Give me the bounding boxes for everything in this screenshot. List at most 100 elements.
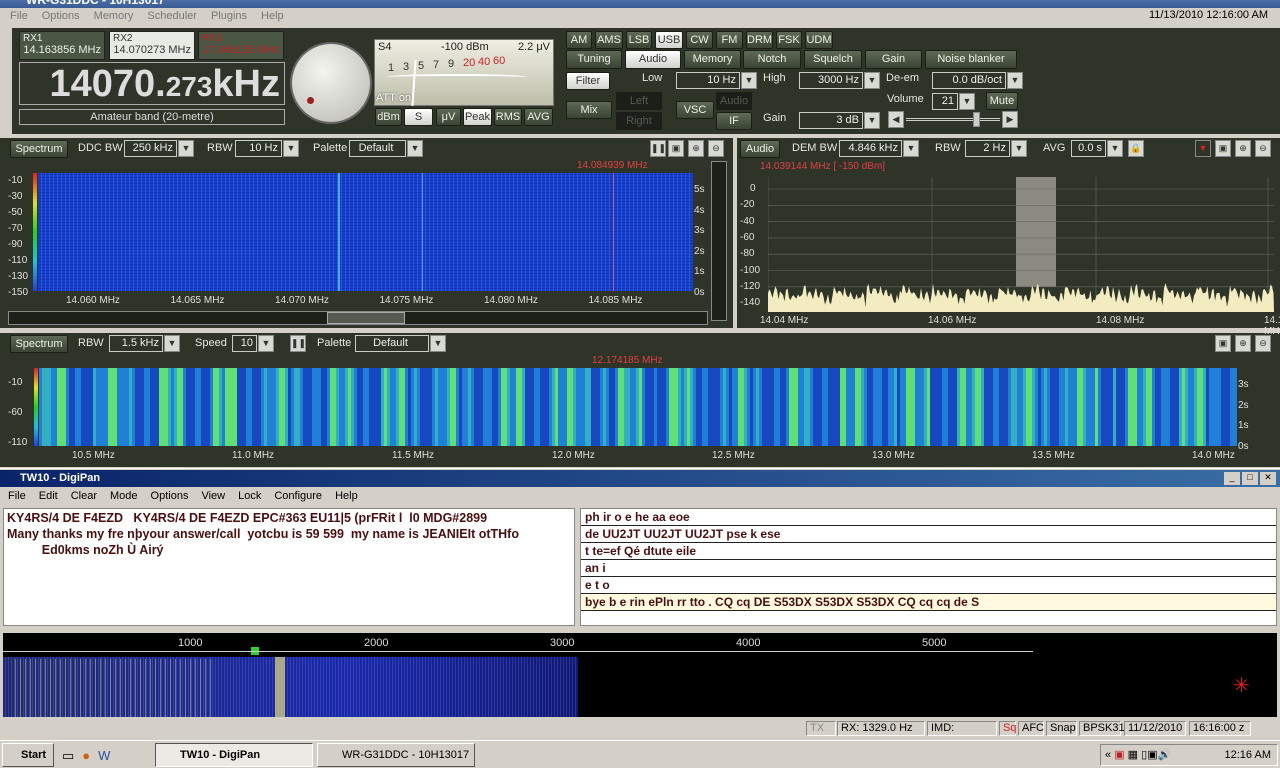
tab-squelch[interactable]: Squelch: [804, 50, 862, 69]
low-field[interactable]: 10 Hz: [676, 72, 740, 89]
sp1-ddc-dropdown-icon[interactable]: ▼: [178, 140, 194, 157]
high-dropdown-icon[interactable]: ▼: [864, 72, 880, 89]
gain-field[interactable]: 3 dB: [799, 112, 863, 129]
aud-save-icon[interactable]: ▣: [1215, 140, 1231, 157]
dp-menu-file[interactable]: File: [8, 490, 26, 502]
word-icon[interactable]: W: [98, 748, 118, 763]
volume-dropdown-icon[interactable]: ▼: [959, 93, 975, 110]
menu-options[interactable]: Options: [42, 8, 80, 25]
task-digipan[interactable]: TW10 - DigiPan: [155, 743, 313, 767]
spectrum-vscroll[interactable]: [711, 161, 727, 321]
firefox-icon[interactable]: ●: [82, 748, 98, 763]
aud-zoom-in-icon[interactable]: ⊕: [1235, 140, 1251, 157]
aud-rbw-dropdown-icon[interactable]: ▼: [1011, 140, 1027, 157]
dp-menu-configure[interactable]: Configure: [274, 490, 322, 502]
aud-zoom-out-icon[interactable]: ⊖: [1255, 140, 1271, 157]
tab-tuning[interactable]: Tuning: [566, 50, 622, 69]
sp1-pause-icon[interactable]: ❚❚: [650, 140, 666, 157]
aud-lock-icon[interactable]: 🔒: [1128, 140, 1144, 157]
mode-fsk[interactable]: FSK: [776, 31, 802, 49]
menu-file[interactable]: File: [10, 8, 28, 25]
audio-vsc-button[interactable]: VSC: [676, 101, 714, 119]
menu-help[interactable]: Help: [261, 8, 284, 25]
mode-cw[interactable]: CW: [686, 31, 713, 49]
maximize-icon[interactable]: □: [1242, 472, 1258, 485]
sp1-rbw-dropdown-icon[interactable]: ▼: [283, 140, 299, 157]
audio-right-button[interactable]: Right: [616, 112, 662, 130]
tab-noise-blanker[interactable]: Noise blanker: [925, 50, 1017, 69]
channel-row[interactable]: an i: [581, 560, 1276, 577]
sp2-speed-field[interactable]: 10: [232, 335, 257, 352]
slider-thumb[interactable]: [973, 112, 980, 127]
slider-right-icon[interactable]: ▶: [1002, 111, 1018, 128]
channel-row[interactable]: e t o: [581, 577, 1276, 594]
audio-audio-button[interactable]: Audio: [716, 92, 752, 110]
high-field[interactable]: 3000 Hz: [799, 72, 863, 89]
low-dropdown-icon[interactable]: ▼: [741, 72, 757, 89]
minimize-icon[interactable]: _: [1224, 472, 1240, 485]
mode-usb[interactable]: USB: [655, 31, 683, 49]
volume-field[interactable]: 21: [932, 93, 958, 110]
aud-marker-icon[interactable]: ▼: [1195, 140, 1211, 157]
status-tx[interactable]: TX: [806, 721, 836, 736]
aud-audio-button[interactable]: Audio: [740, 140, 780, 158]
sp2-palette-dropdown-icon[interactable]: ▼: [430, 335, 446, 352]
start-button[interactable]: Start: [2, 743, 54, 767]
audio-if-button[interactable]: IF: [716, 112, 752, 130]
task-g31ddc[interactable]: WR-G31DDC - 10H13017: [317, 743, 475, 767]
audio-filter-button[interactable]: Filter: [566, 72, 610, 90]
mode-lsb[interactable]: LSB: [626, 31, 652, 49]
mode-ams[interactable]: AMS: [595, 31, 623, 49]
sp1-save-icon[interactable]: ▣: [668, 140, 684, 157]
channel-row[interactable]: t te=ef Qé dtute eile: [581, 543, 1276, 560]
close-icon[interactable]: ✕: [1260, 472, 1276, 485]
meter-btn-s[interactable]: S: [404, 108, 433, 126]
sp2-pause-icon[interactable]: ❚❚: [290, 335, 306, 352]
quick-launch[interactable]: ▭●W: [62, 748, 118, 764]
volume-slider[interactable]: ◀ ▶: [888, 111, 1018, 128]
tab-notch[interactable]: Notch: [743, 50, 801, 69]
spectrum-waterfall[interactable]: [38, 173, 693, 291]
dp-menu-help[interactable]: Help: [335, 490, 358, 502]
rx-tab-2[interactable]: RX2 14.070273 MHz: [109, 31, 195, 60]
meter-btn-μv[interactable]: μV: [436, 108, 461, 126]
sp1-spectrum-button[interactable]: Spectrum: [10, 140, 68, 158]
audio-left-button[interactable]: Left: [616, 92, 662, 110]
menu-scheduler[interactable]: Scheduler: [147, 8, 197, 25]
sp2-save-icon[interactable]: ▣: [1215, 335, 1231, 352]
frequency-display[interactable]: 14070.273kHz: [19, 62, 285, 105]
mode-am[interactable]: AM: [566, 31, 592, 49]
tab-audio[interactable]: Audio: [625, 50, 681, 69]
status-sq[interactable]: Sq: [999, 721, 1016, 736]
rx-tab-3[interactable]: RX3 17.946135 MHz: [198, 31, 284, 60]
sp2-palette-field[interactable]: Default: [355, 335, 429, 352]
dp-menu-mode[interactable]: Mode: [110, 490, 138, 502]
mute-button[interactable]: Mute: [986, 92, 1018, 110]
channel-list[interactable]: ph ir o e he aa eoe de UU2JT UU2JT UU2JT…: [580, 508, 1277, 626]
mode-drm[interactable]: DRM: [746, 31, 773, 49]
sp2-rbw-dropdown-icon[interactable]: ▼: [164, 335, 180, 352]
dp-menu-lock[interactable]: Lock: [238, 490, 261, 502]
meter-btn-peak[interactable]: Peak: [463, 108, 492, 126]
status-afc[interactable]: AFC: [1018, 721, 1044, 736]
audio-mix-button[interactable]: Mix: [566, 101, 612, 119]
sp1-zoom-in-icon[interactable]: ⊕: [688, 140, 704, 157]
acrobat-icon[interactable]: ▣: [1114, 749, 1124, 761]
sp2-zoom-in-icon[interactable]: ⊕: [1235, 335, 1251, 352]
sp2-rbw-field[interactable]: 1.5 kHz: [109, 335, 163, 352]
audio-spectrum-plot[interactable]: [768, 177, 1274, 312]
slider-left-icon[interactable]: ◀: [888, 111, 904, 128]
gain-dropdown-icon[interactable]: ▼: [864, 112, 880, 129]
meter-btn-rms[interactable]: RMS: [494, 108, 522, 126]
deem-field[interactable]: 0.0 dB/oct: [932, 72, 1006, 89]
menu-memory[interactable]: Memory: [94, 8, 134, 25]
channel-row[interactable]: ph ir o e he aa eoe: [581, 509, 1276, 526]
dp-menu-edit[interactable]: Edit: [39, 490, 58, 502]
spectrum-scrollbar[interactable]: [8, 311, 708, 325]
tab-gain[interactable]: Gain: [865, 50, 922, 69]
sp1-rbw-field[interactable]: 10 Hz: [235, 140, 282, 157]
network-warning-icon[interactable]: ▦: [1128, 749, 1138, 761]
sp1-palette-dropdown-icon[interactable]: ▼: [407, 140, 423, 157]
channel-row[interactable]: bye b e rin ePln rr tto . CQ cq DE S53DX…: [581, 594, 1276, 611]
sp2-zoom-out-icon[interactable]: ⊖: [1255, 335, 1271, 352]
